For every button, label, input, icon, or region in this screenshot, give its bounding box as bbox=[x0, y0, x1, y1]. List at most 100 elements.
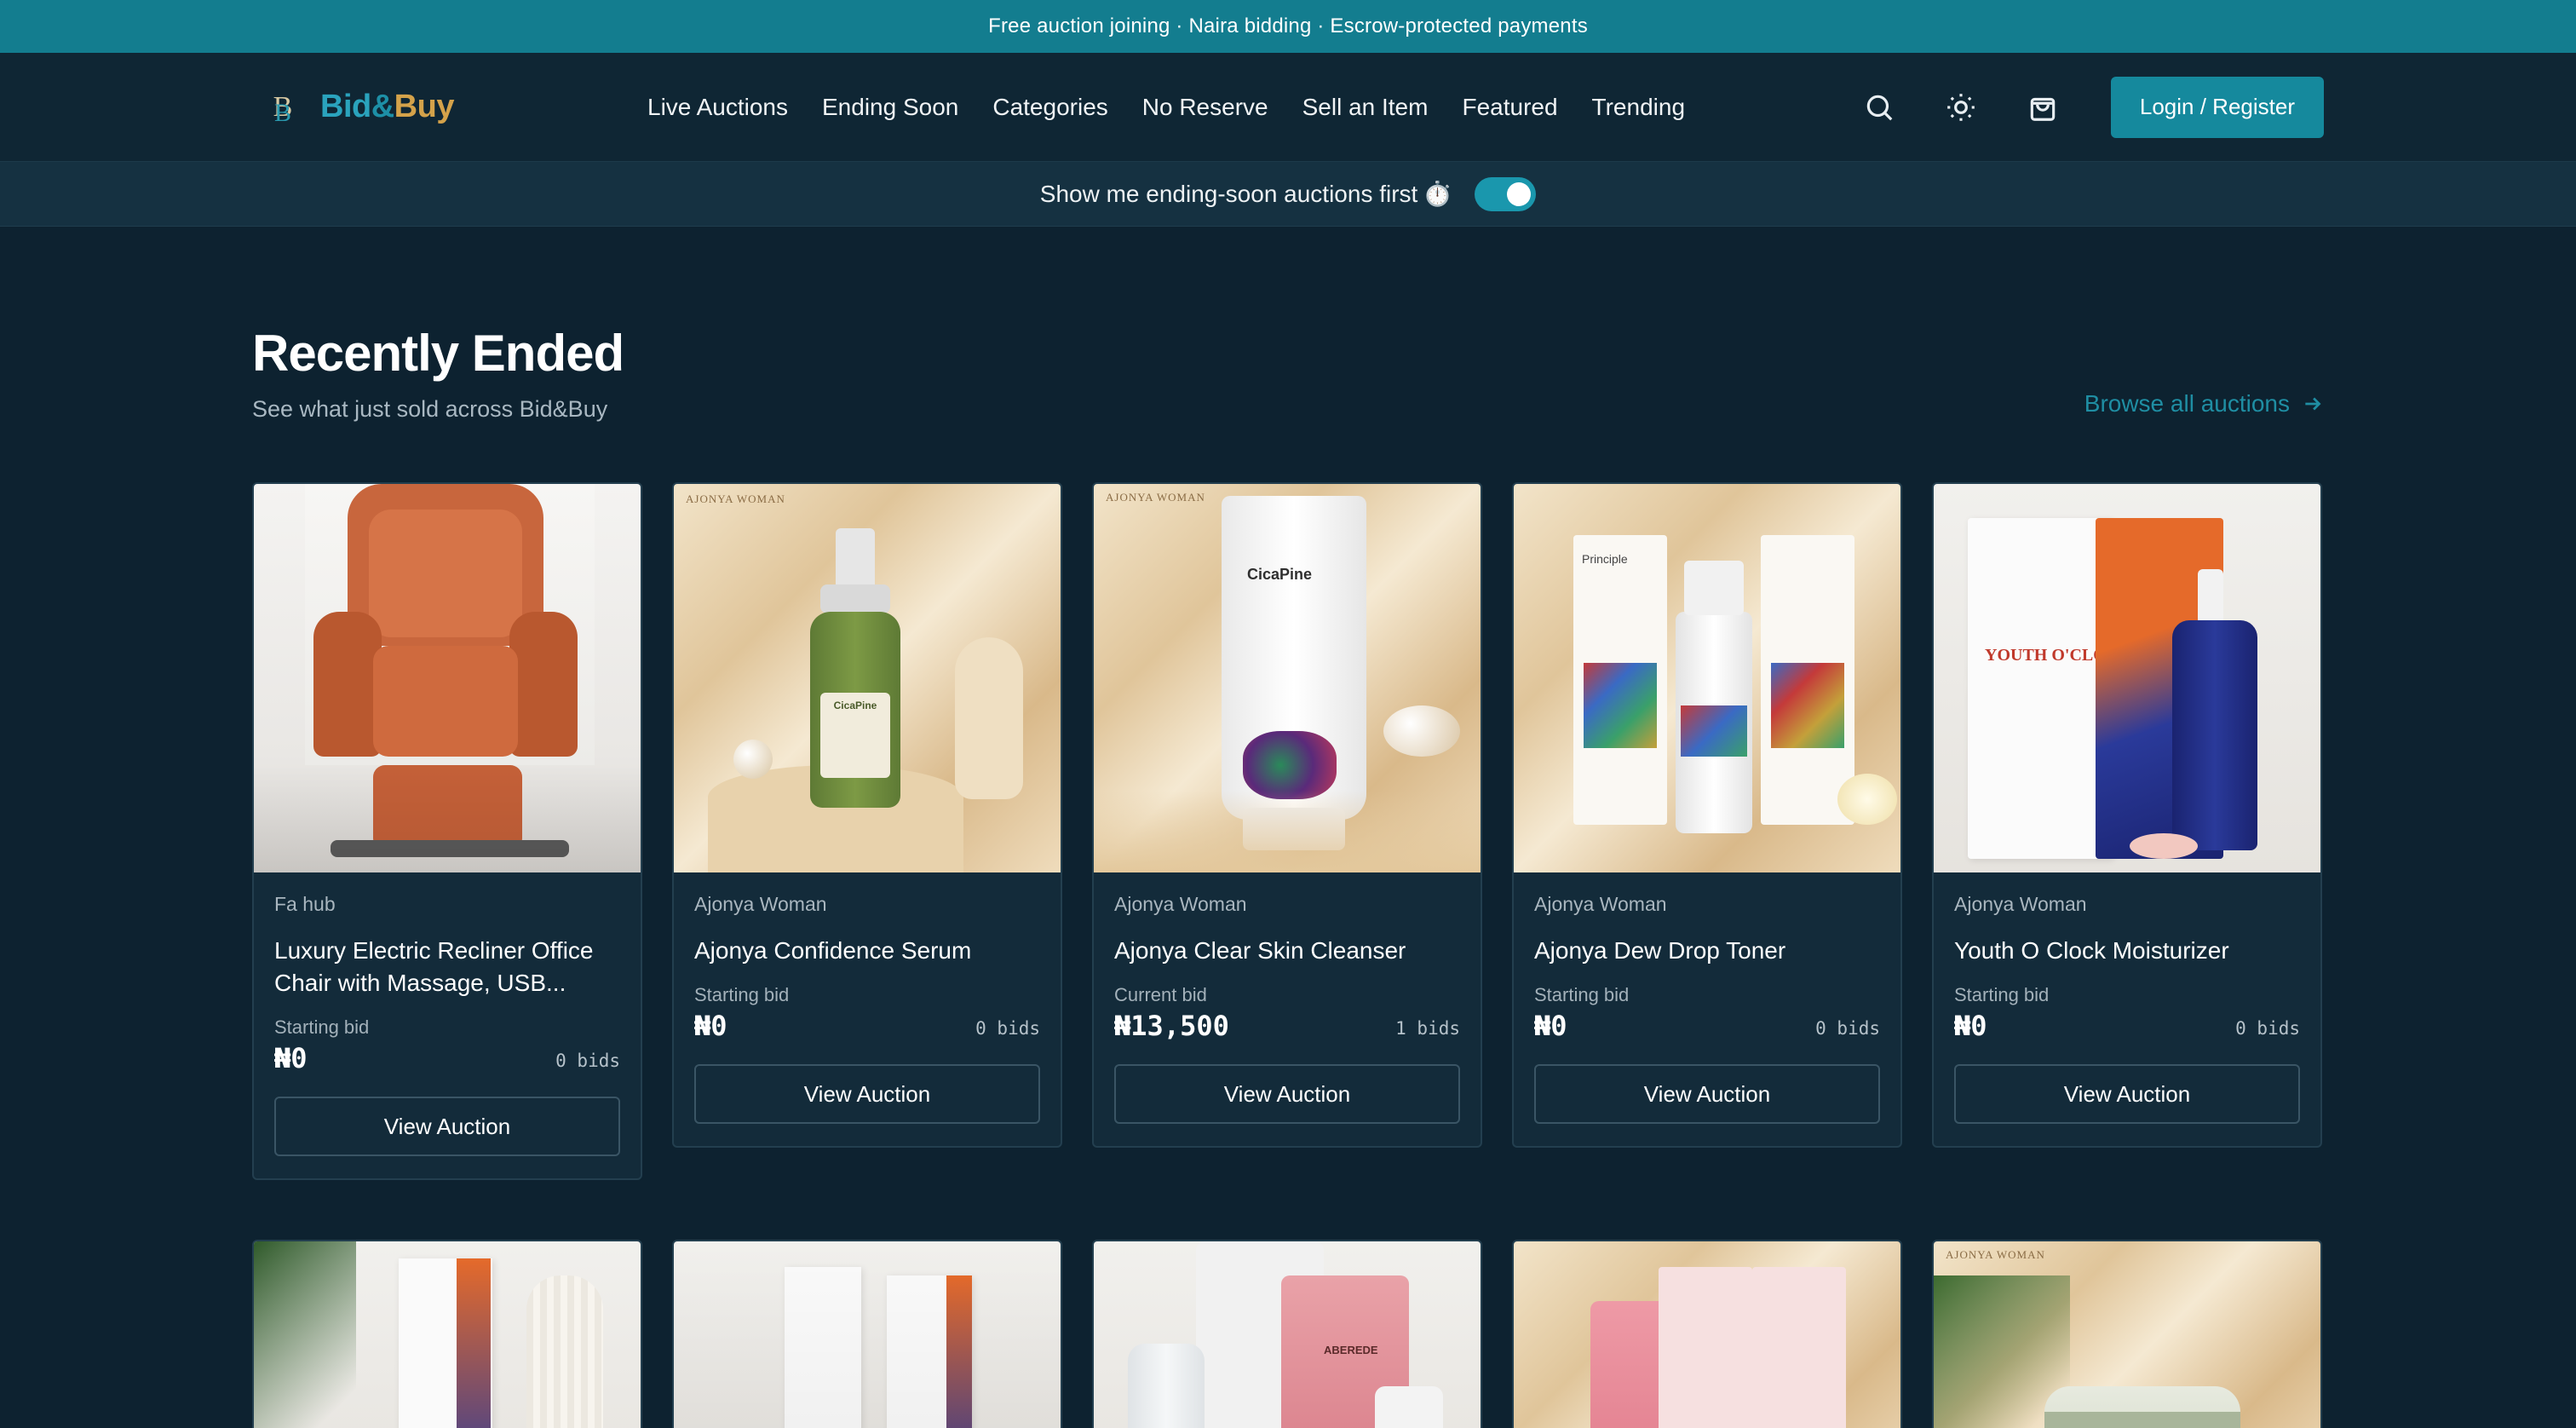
nav-trending[interactable]: Trending bbox=[1592, 94, 1685, 121]
auction-card[interactable]: YOUTH O'CLOCK Ajonya Woman Youth O Clock… bbox=[1932, 482, 2322, 1148]
site-header: BB Bid&Buy Live Auctions Ending Soon Cat… bbox=[0, 53, 2576, 162]
seller-name: Fa hub bbox=[274, 893, 336, 915]
item-title[interactable]: Ajonya Clear Skin Cleanser bbox=[1114, 935, 1460, 967]
price-value: ₦0 bbox=[1954, 1010, 1987, 1042]
seller-name: Ajonya Woman bbox=[1954, 893, 2087, 915]
view-auction-button[interactable]: View Auction bbox=[274, 1097, 620, 1156]
product-image-dew-drop-toner[interactable]: Principle bbox=[1514, 484, 1900, 872]
card-body: Ajonya Woman Ajonya Dew Drop Toner Start… bbox=[1514, 872, 1900, 1146]
card-body: Ajonya Woman Youth O Clock Moisturizer S… bbox=[1934, 872, 2320, 1146]
price-label: Starting bid bbox=[694, 984, 790, 1005]
auction-card[interactable] bbox=[672, 1240, 1062, 1428]
auction-card[interactable] bbox=[1512, 1240, 1902, 1428]
stopwatch-icon: ⏱️ bbox=[1423, 181, 1453, 207]
price-label: Starting bid bbox=[274, 1016, 370, 1038]
ending-soon-toggle-label: Show me ending-soon auctions first ⏱️ bbox=[1040, 180, 1452, 208]
ending-soon-toggle-row: Show me ending-soon auctions first ⏱️ bbox=[0, 162, 2576, 227]
price-row: Starting bid ₦0 0 bids bbox=[1534, 984, 1880, 1042]
sun-icon[interactable] bbox=[1944, 90, 1978, 124]
view-auction-button[interactable]: View Auction bbox=[1114, 1064, 1460, 1124]
price-row: Starting bid ₦0 0 bids bbox=[694, 984, 1040, 1042]
ending-soon-toggle-switch[interactable] bbox=[1475, 176, 1537, 211]
card-body: Ajonya Woman Ajonya Confidence Serum Sta… bbox=[674, 872, 1061, 1146]
product-label-text: CicaPine bbox=[820, 693, 890, 778]
nav-featured[interactable]: Featured bbox=[1462, 94, 1557, 121]
auction-card[interactable]: ABEREDE bbox=[1092, 1240, 1482, 1428]
price-label: Starting bid bbox=[1534, 984, 1630, 1005]
auction-card[interactable]: AJONYA WOMAN bbox=[1932, 1240, 2322, 1428]
browse-all-auctions-link[interactable]: Browse all auctions bbox=[2084, 390, 2324, 417]
header-actions: Login / Register bbox=[1862, 76, 2324, 138]
section-subtitle: See what just sold across Bid&Buy bbox=[252, 396, 608, 422]
login-register-button[interactable]: Login / Register bbox=[2110, 76, 2324, 138]
bid-count: 0 bids bbox=[555, 1051, 620, 1071]
nav-no-reserve[interactable]: No Reserve bbox=[1142, 94, 1268, 121]
price-row: Starting bid ₦0 0 bids bbox=[274, 1016, 620, 1074]
watermark-text: AJONYA WOMAN bbox=[686, 492, 785, 505]
bid-count: 1 bids bbox=[1395, 1018, 1460, 1039]
watermark-text: AJONYA WOMAN bbox=[1946, 1248, 2045, 1261]
product-image[interactable] bbox=[1514, 1241, 1900, 1428]
bid-count: 0 bids bbox=[975, 1018, 1040, 1039]
price-value: ₦13,500 bbox=[1114, 1010, 1229, 1042]
auction-card[interactable]: Principle Ajonya Woman Ajonya Dew Drop T… bbox=[1512, 482, 1902, 1148]
price-label: Starting bid bbox=[1954, 984, 2050, 1005]
auction-grid: Fa hub Luxury Electric Recliner Office C… bbox=[252, 482, 2324, 1180]
logo-text-amp: & bbox=[371, 89, 394, 124]
logo-mark-icon: BB bbox=[264, 85, 302, 130]
logo-text-bid: Bid bbox=[320, 89, 371, 124]
logo-mark-letter-2: B bbox=[274, 98, 292, 127]
section-title: Recently Ended bbox=[252, 325, 624, 382]
view-auction-button[interactable]: View Auction bbox=[694, 1064, 1040, 1124]
auction-grid-row-2: ABEREDE AJONYA WOMAN bbox=[252, 1240, 2324, 1428]
price-label: Current bid bbox=[1114, 984, 1207, 1005]
bid-count: 0 bids bbox=[1815, 1018, 1880, 1039]
browse-all-auctions-label: Browse all auctions bbox=[2084, 390, 2290, 417]
product-image[interactable] bbox=[674, 1241, 1061, 1428]
product-image-confidence-serum[interactable]: AJONYA WOMAN CicaPine bbox=[674, 484, 1061, 872]
auction-card[interactable]: AJONYA WOMAN CicaPine Ajonya Woman Ajony… bbox=[672, 482, 1062, 1148]
auction-card[interactable] bbox=[252, 1240, 642, 1428]
item-title[interactable]: Ajonya Dew Drop Toner bbox=[1534, 935, 1880, 967]
logo-text: Bid&Buy bbox=[320, 89, 454, 125]
view-auction-button[interactable]: View Auction bbox=[1954, 1064, 2300, 1124]
item-title[interactable]: Ajonya Confidence Serum bbox=[694, 935, 1040, 967]
section-header: Recently Ended See what just sold across… bbox=[252, 324, 2324, 423]
product-image[interactable]: ABEREDE bbox=[1094, 1241, 1481, 1428]
price-row: Current bid ₦13,500 1 bids bbox=[1114, 984, 1460, 1042]
main-content: Recently Ended See what just sold across… bbox=[0, 324, 2576, 1428]
price-value: ₦0 bbox=[274, 1042, 308, 1074]
product-label-text: CicaPine bbox=[1247, 566, 1313, 583]
arrow-right-icon bbox=[2305, 397, 2321, 411]
shopping-bag-icon[interactable] bbox=[2026, 90, 2060, 124]
product-image-recliner-chair[interactable] bbox=[254, 484, 641, 872]
bid-count: 0 bids bbox=[2235, 1018, 2300, 1039]
product-image[interactable]: AJONYA WOMAN bbox=[1934, 1241, 2320, 1428]
seller-name: Ajonya Woman bbox=[1114, 893, 1247, 915]
auction-card[interactable]: Fa hub Luxury Electric Recliner Office C… bbox=[252, 482, 642, 1180]
view-auction-button[interactable]: View Auction bbox=[1534, 1064, 1880, 1124]
nav-sell-an-item[interactable]: Sell an Item bbox=[1302, 94, 1429, 121]
item-title[interactable]: Luxury Electric Recliner Office Chair wi… bbox=[274, 935, 620, 999]
price-value: ₦0 bbox=[1534, 1010, 1567, 1042]
nav-live-auctions[interactable]: Live Auctions bbox=[647, 94, 788, 121]
item-title[interactable]: Youth O Clock Moisturizer bbox=[1954, 935, 2300, 967]
product-image-youth-o-clock-moisturizer[interactable]: YOUTH O'CLOCK bbox=[1934, 484, 2320, 872]
ending-soon-toggle-text: Show me ending-soon auctions first bbox=[1039, 181, 1418, 207]
watermark-text: AJONYA WOMAN bbox=[1106, 491, 1205, 504]
card-body: Fa hub Luxury Electric Recliner Office C… bbox=[254, 872, 641, 1178]
search-icon[interactable] bbox=[1862, 90, 1896, 124]
product-image-clear-skin-cleanser[interactable]: AJONYA WOMAN CicaPine bbox=[1094, 484, 1481, 872]
auction-card[interactable]: AJONYA WOMAN CicaPine Ajonya Woman Ajony… bbox=[1092, 482, 1482, 1148]
announcement-text: Free auction joining · Naira bidding · E… bbox=[988, 14, 1588, 37]
product-image[interactable] bbox=[254, 1241, 641, 1428]
logo-text-buy: Buy bbox=[394, 89, 455, 124]
nav-categories[interactable]: Categories bbox=[992, 94, 1107, 121]
logo[interactable]: BB Bid&Buy bbox=[264, 85, 647, 130]
card-body: Ajonya Woman Ajonya Clear Skin Cleanser … bbox=[1094, 872, 1481, 1146]
seller-name: Ajonya Woman bbox=[1534, 893, 1667, 915]
seller-name: Ajonya Woman bbox=[694, 893, 827, 915]
announcement-bar: Free auction joining · Naira bidding · E… bbox=[0, 0, 2576, 53]
nav-ending-soon[interactable]: Ending Soon bbox=[822, 94, 958, 121]
product-label-text: Principle bbox=[1582, 552, 1628, 566]
